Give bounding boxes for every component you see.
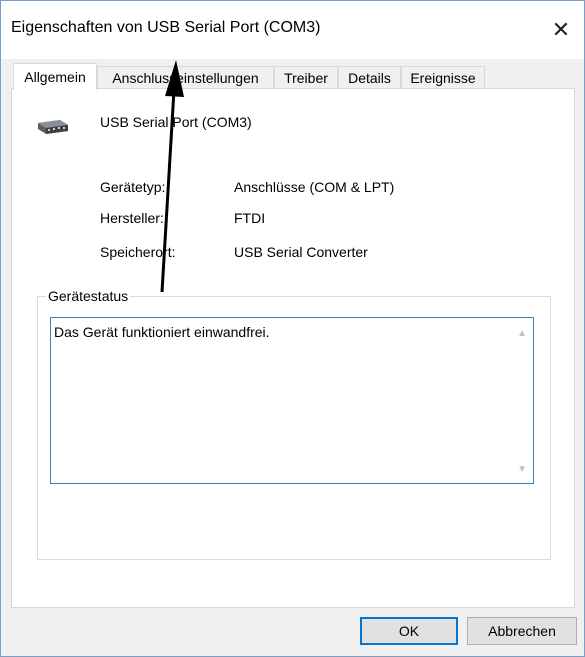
tab-allgemein[interactable]: Allgemein — [13, 63, 97, 90]
annotation-arrow — [160, 60, 184, 293]
